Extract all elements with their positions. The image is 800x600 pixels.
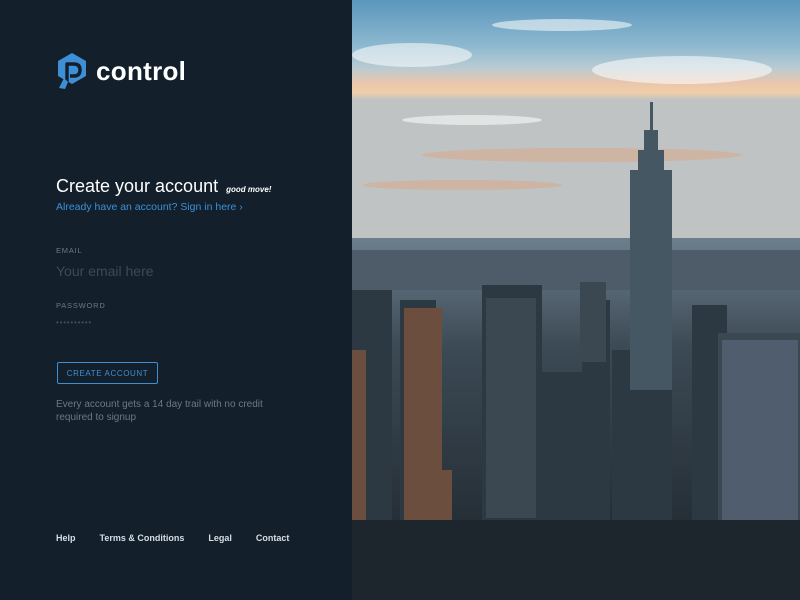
hero-panel <box>352 0 800 600</box>
footer-link-terms[interactable]: Terms & Conditions <box>100 533 185 543</box>
signup-page: control Create your account good move! A… <box>0 0 800 600</box>
footer-link-legal[interactable]: Legal <box>208 533 232 543</box>
signup-panel: control Create your account good move! A… <box>0 0 352 600</box>
city-skyline-photo <box>352 0 800 600</box>
email-field[interactable] <box>56 261 296 281</box>
create-account-button[interactable]: CREATE ACCOUNT <box>57 362 158 384</box>
trial-note: Every account gets a 14 day trail with n… <box>56 399 263 423</box>
tagline: good move! <box>226 185 272 194</box>
password-field[interactable] <box>56 315 256 329</box>
brand-name: control <box>96 55 187 86</box>
shield-p-icon <box>58 53 86 89</box>
brand[interactable]: control <box>56 52 186 90</box>
footer-nav: Help Terms & Conditions Legal Contact <box>56 533 313 543</box>
signin-link[interactable]: Already have an account? Sign in here › <box>56 201 243 213</box>
footer-link-help[interactable]: Help <box>56 533 76 543</box>
password-label: PASSWORD <box>56 301 106 310</box>
footer-link-contact[interactable]: Contact <box>256 533 290 543</box>
heading-row: Create your account good move! <box>56 176 271 197</box>
email-label: EMAIL <box>56 246 83 255</box>
page-title: Create your account <box>56 176 219 196</box>
